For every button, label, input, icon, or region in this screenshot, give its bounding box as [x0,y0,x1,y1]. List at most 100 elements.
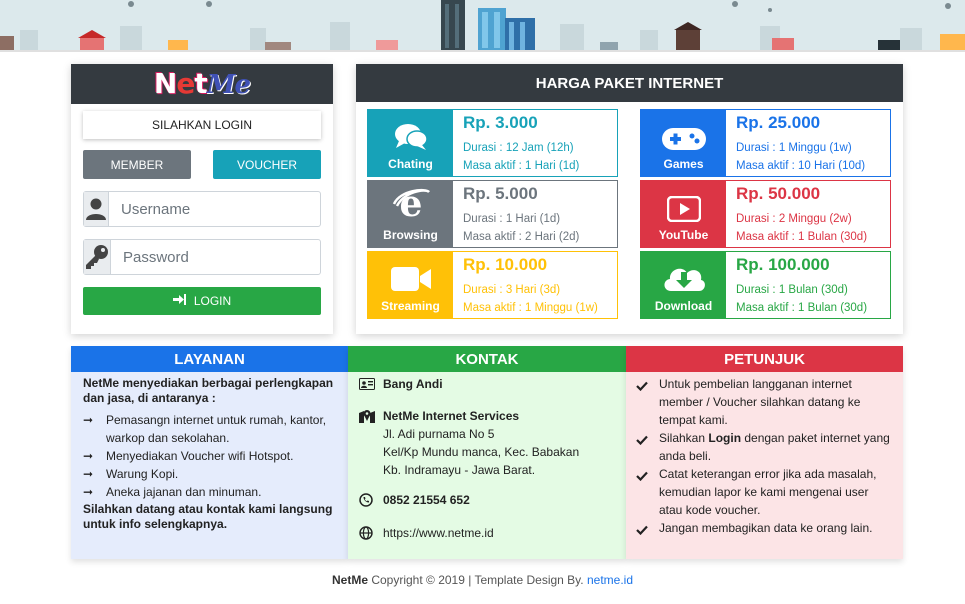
package-chating[interactable]: Chating Rp. 3.000 Durasi : 12 Jam (12h) Mas… [367,109,618,177]
petunjuk-list: Untuk pembelian langganan internet membe… [636,375,893,540]
package-active-period: Masa aktif : 10 Hari (10d) [736,160,866,172]
list-item: Untuk pembelian langganan internet membe… [636,375,893,429]
footer-brand: NetMe [331,573,368,587]
package-download[interactable]: Download Rp. 100.000 Durasi : 1 Bulan (30d… [640,251,891,319]
petunjuk-section: PETUNJUK Untuk pembelian langganan inter… [626,346,903,559]
sign-in-icon [172,294,186,308]
package-price: Rp. 5.000 [463,184,538,203]
package-active-period: Masa aktif : 1 Bulan (30d) [736,231,868,243]
contact-website-link[interactable]: https://www.netme.id [383,524,494,545]
list-item: ➞ Aneka jajanan dan minuman. [83,485,262,499]
contact-phone: 0852 21554 652 [383,493,470,507]
package-active-period: Masa aktif : 1 Hari (1d) [463,160,580,172]
globe-icon [359,524,383,545]
check-icon [636,465,659,519]
petunjuk-title: PETUNJUK [626,346,903,372]
list-item: ➞ Menyediakan Voucher wifi Hotspot. [83,449,294,463]
user-icon [84,192,109,226]
login-heading: SILAHKAN LOGIN [83,111,321,139]
kontak-section: KONTAK Bang Andi NetMe Internet Services… [348,346,626,559]
price-card: HARGA PAKET INTERNET Chating Rp. 3.000 Dur… [356,64,903,334]
contact-name: Bang Andi [383,377,443,391]
package-price: Rp. 50.000 [736,184,821,203]
address-line: Jl. Adi purnama No 5 [383,427,495,441]
list-item: Catat keterangan error jika ada masalah,… [636,465,893,519]
package-duration: Durasi : 2 Minggu (2w) [736,213,852,225]
package-name: Streaming [381,299,440,313]
package-active-period: Masa aktif : 1 Minggu (1w) [463,302,598,314]
netme-logo: NetMe [153,67,251,100]
layanan-closing: Silahkan datang atau kontak kami langsun… [83,502,333,531]
package-duration: Durasi : 3 Hari (3d) [463,284,561,296]
address-line: Kel/Kp Mundu manca, Kec. Babakan [383,445,580,459]
username-input-group [83,191,321,227]
username-input[interactable] [109,192,320,226]
check-icon [636,519,659,540]
package-name: Games [663,157,704,171]
list-item: Jangan membagikan data ke orang lain. [636,519,893,540]
package-name: Chating [388,157,433,171]
contact-address-row: NetMe Internet Services Jl. Adi purnama … [359,407,616,479]
password-input-group [83,239,322,275]
check-icon [636,375,659,429]
layanan-title: LAYANAN [71,346,348,372]
login-button[interactable]: LOGIN [83,287,321,315]
whatsapp-icon [359,491,383,512]
package-name: Browsing [383,228,438,242]
id-card-icon [359,375,383,395]
voucher-tab-button[interactable]: VOUCHER [213,150,321,179]
package-price: Rp. 10.000 [463,255,548,274]
contact-name-row: Bang Andi [359,375,616,395]
price-card-title: HARGA PAKET INTERNET [356,64,903,102]
map-marker-icon [359,407,383,479]
contact-company: NetMe Internet Services [383,409,520,423]
city-skyline-illustration [0,0,965,52]
footer-copyright: Copyright © 2019 | Template Design By. [368,573,587,587]
package-browsing[interactable]: e Browsing Rp. 5.000 Durasi : 1 Hari (1d) Ma… [367,180,618,248]
contact-phone-row: 0852 21554 652 [359,491,616,512]
footer-link[interactable]: netme.id [587,573,633,587]
list-item: ➞ Warung Kopi. [83,467,179,481]
package-active-period: Masa aktif : 1 Bulan (30d) [736,302,868,314]
package-active-period: Masa aktif : 2 Hari (2d) [463,231,580,243]
package-name: YouTube [658,228,709,242]
address-line: Kb. Indramayu - Jawa Barat. [383,463,536,477]
key-icon [84,240,111,274]
package-games[interactable]: Games Rp. 25.000 Durasi : 1 Minggu (1w) Mas… [640,109,891,177]
package-youtube[interactable]: YouTube Rp. 50.000 Durasi : 2 Minggu (2w) M… [640,180,891,248]
list-item: ➞ Pemasangn internet untuk rumah, kantor,… [83,413,327,445]
arrow-right-icon: ➞ [83,467,94,481]
layanan-intro: NetMe menyediakan berbagai perlengkapan … [83,376,334,405]
login-card: NetMe SILAHKAN LOGIN MEMBER VOUCHER LOGI… [71,64,333,334]
login-button-label: LOGIN [193,294,232,308]
package-streaming[interactable]: Streaming Rp. 10.000 Durasi : 3 Hari (3d) M… [367,251,618,319]
package-duration: Durasi : 1 Bulan (30d) [736,284,848,296]
arrow-right-icon: ➞ [83,413,94,427]
arrow-right-icon: ➞ [83,449,94,463]
chat-icon: Chating [368,110,453,176]
member-tab-button[interactable]: MEMBER [83,150,191,179]
package-price: Rp. 25.000 [736,113,821,132]
video-icon: Streaming [368,252,453,318]
layanan-list: ➞ Pemasangn internet untuk rumah, kantor,… [83,411,336,501]
footer: NetMe Copyright © 2019 | Template Design… [0,573,965,587]
layanan-section: LAYANAN NetMe menyediakan berbagai perle… [71,346,348,559]
header-banner [0,0,965,52]
check-icon [636,429,659,465]
contact-website-row: https://www.netme.id [359,524,616,545]
package-duration: Durasi : 12 Jam (12h) [463,142,574,154]
password-input[interactable] [111,240,322,274]
package-price: Rp. 100.000 [736,255,830,274]
youtube-icon: YouTube [641,181,726,247]
package-duration: Durasi : 1 Minggu (1w) [736,142,852,154]
kontak-title: KONTAK [348,346,626,372]
package-name: Download [654,299,713,313]
arrow-right-icon: ➞ [83,485,94,499]
package-duration: Durasi : 1 Hari (1d) [463,213,561,225]
package-price: Rp. 3.000 [463,113,538,132]
gamepad-icon: Games [641,110,726,176]
list-item: Silahkan Login dengan paket internet yan… [636,429,893,465]
download-icon: Download [641,252,726,318]
browser-icon: e Browsing [368,181,453,247]
login-card-header: NetMe [71,64,333,104]
